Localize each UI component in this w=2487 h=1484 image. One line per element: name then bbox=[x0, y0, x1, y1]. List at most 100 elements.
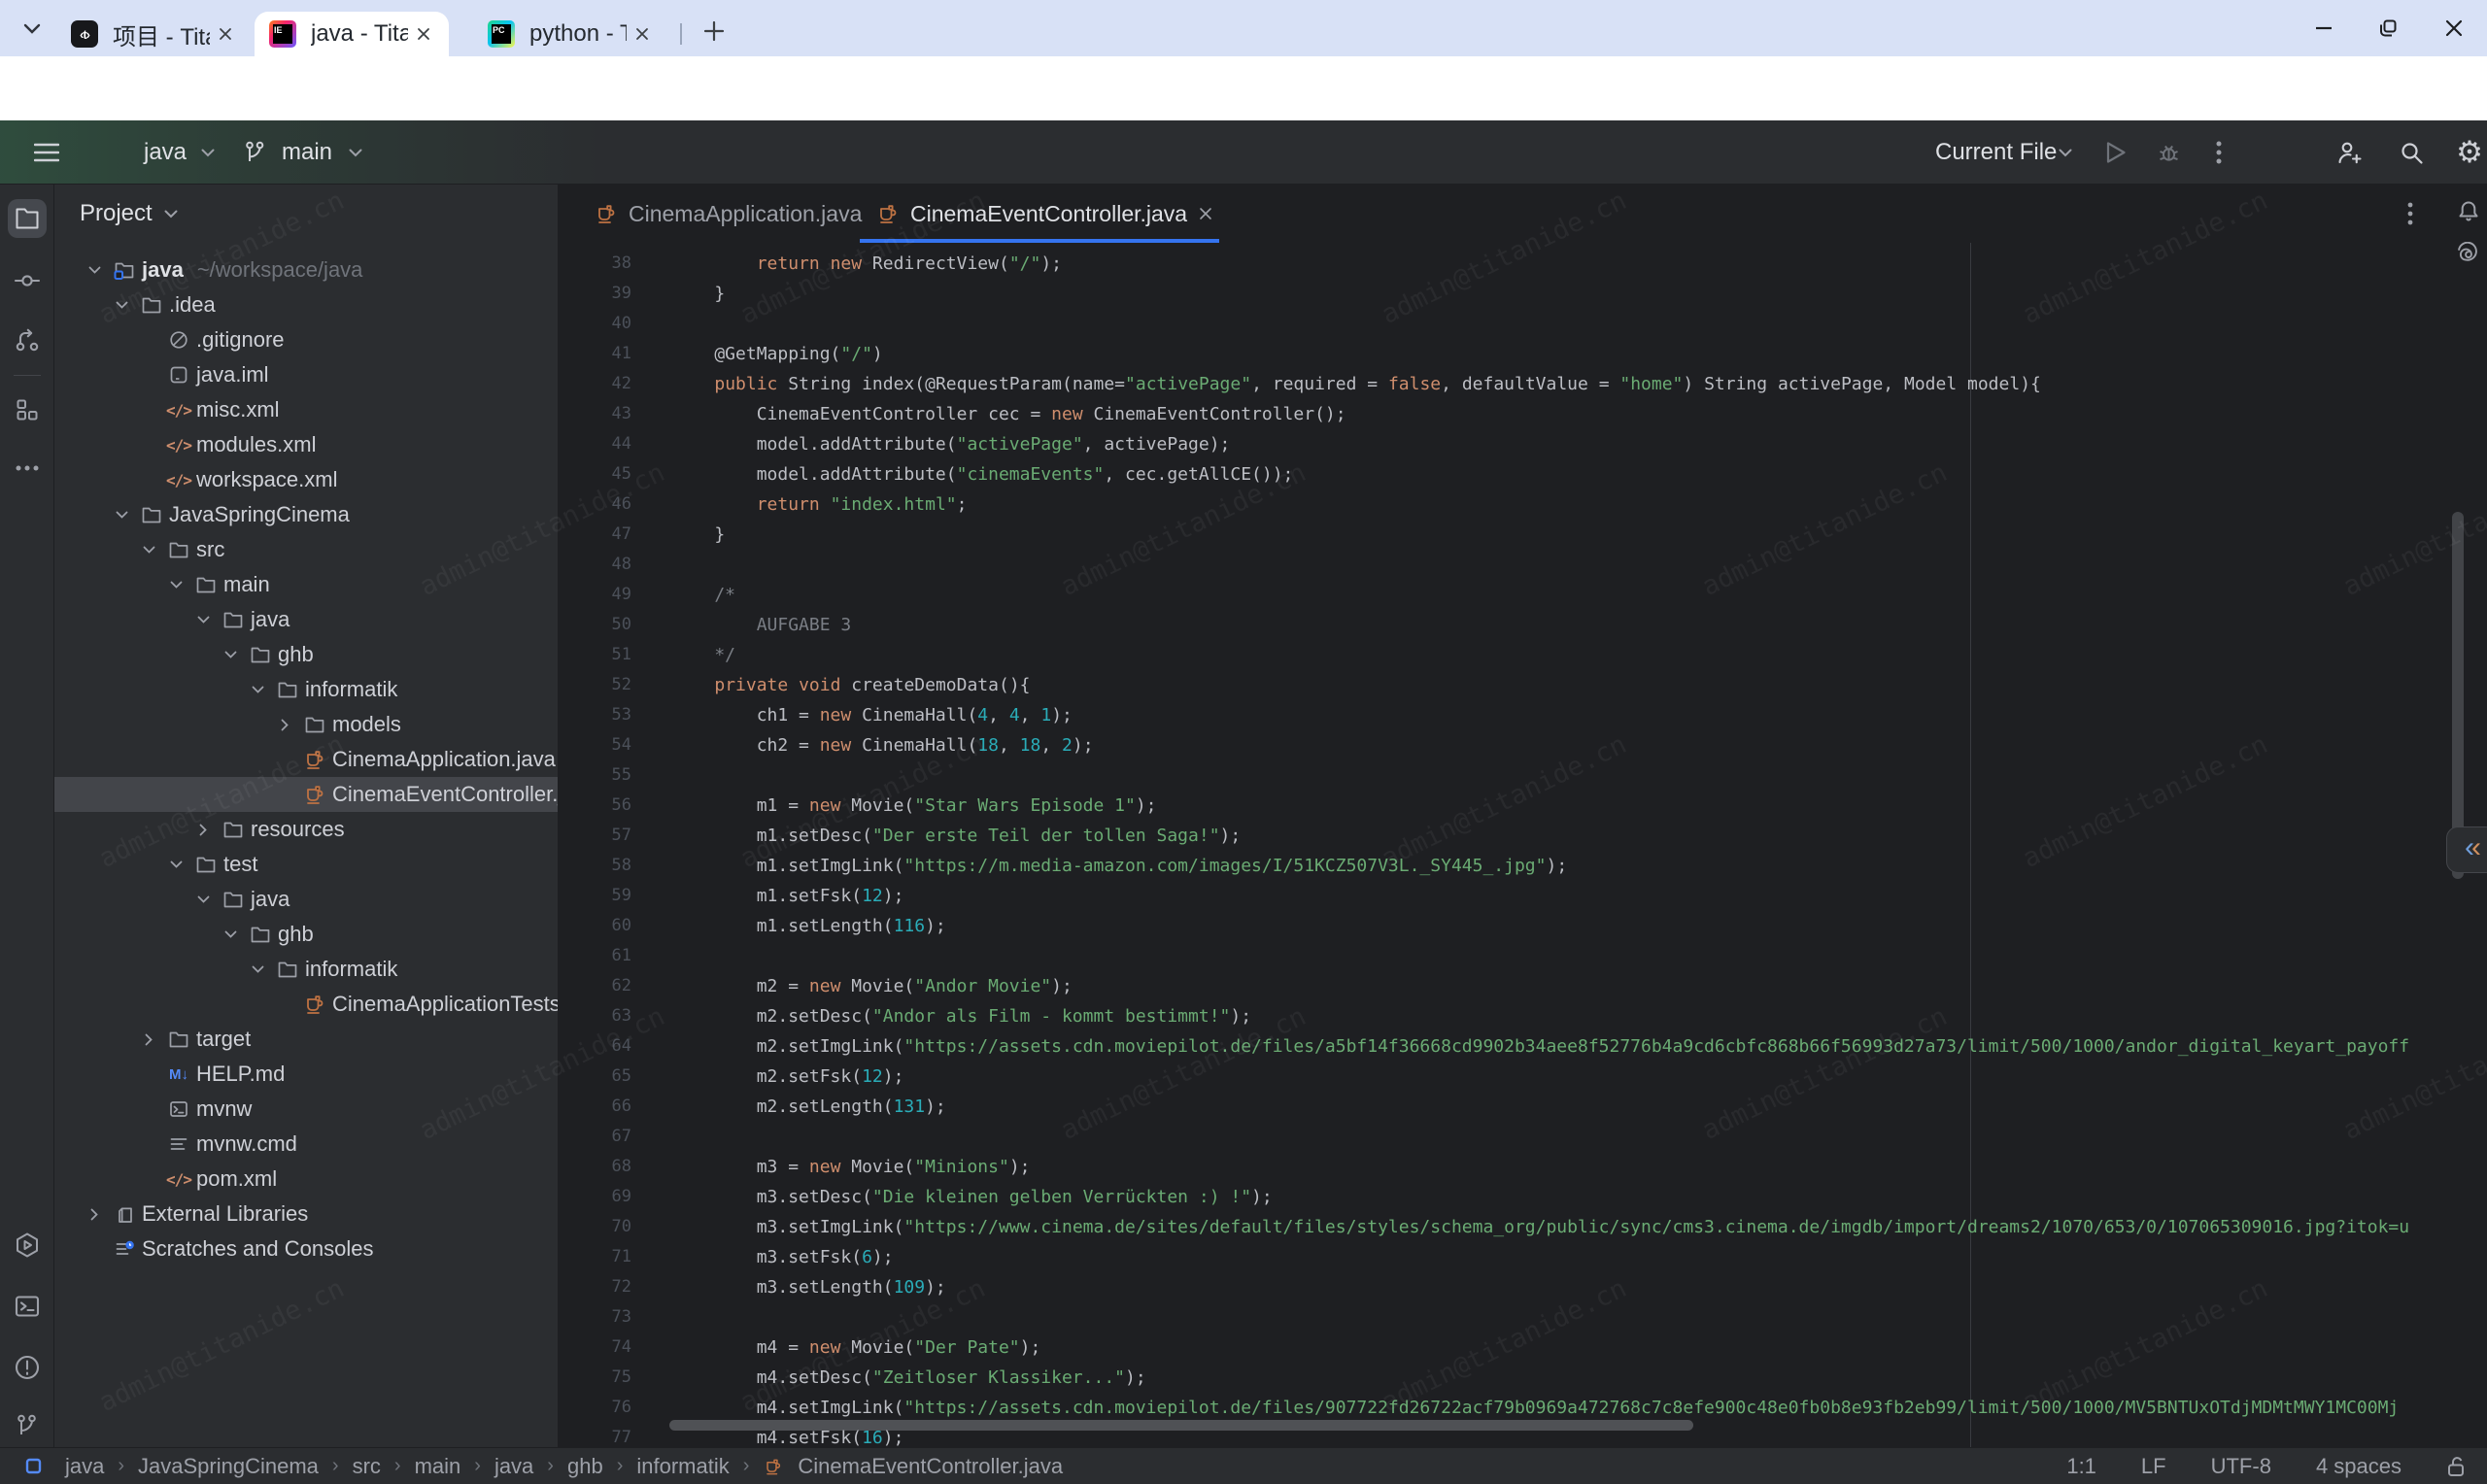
caret-position[interactable]: 1:1 bbox=[2066, 1454, 2096, 1479]
indent-style[interactable]: 4 spaces bbox=[2316, 1454, 2402, 1479]
tree-row-.gitignore[interactable]: .gitignore bbox=[54, 322, 559, 357]
notifications-bell-icon[interactable] bbox=[2451, 194, 2486, 229]
tree-row-scratches-and-consoles[interactable]: Scratches and Consoles bbox=[54, 1231, 559, 1266]
tree-row-help.md[interactable]: M↓HELP.md bbox=[54, 1057, 559, 1092]
breadcrumb-item[interactable]: ghb bbox=[567, 1454, 603, 1479]
browser-tab[interactable]: ‹t›项目 - TitanIDE bbox=[56, 12, 251, 56]
tree-row-misc.xml[interactable]: </>misc.xml bbox=[54, 392, 559, 427]
tree-row-modules.xml[interactable]: </>modules.xml bbox=[54, 427, 559, 462]
tree-row-cinemaeventcontroller.java[interactable]: CinemaEventController.java bbox=[54, 777, 559, 812]
settings-gear-icon[interactable]: ⚙ bbox=[2450, 120, 2487, 185]
terminal-tool-icon[interactable] bbox=[8, 1287, 47, 1326]
tree-chevron-icon[interactable] bbox=[218, 930, 243, 939]
tab-close-icon[interactable] bbox=[627, 18, 658, 50]
header-more-icon[interactable] bbox=[2203, 120, 2234, 185]
tree-row-cinemaapplicationtests.java[interactable]: CinemaApplicationTests.java bbox=[54, 987, 559, 1022]
commit-tool-icon[interactable] bbox=[8, 261, 47, 300]
code-with-me-add-user-icon[interactable] bbox=[2330, 120, 2368, 185]
tree-chevron-icon[interactable] bbox=[136, 546, 161, 555]
tree-row-.idea[interactable]: .idea bbox=[54, 287, 559, 322]
tree-chevron-icon[interactable] bbox=[245, 965, 270, 974]
breadcrumb-item[interactable]: informatik bbox=[636, 1454, 729, 1479]
tree-chevron-icon[interactable] bbox=[190, 616, 216, 624]
breadcrumb-item[interactable]: java bbox=[494, 1454, 533, 1479]
tree-row-java.iml[interactable]: java.iml bbox=[54, 357, 559, 392]
more-tools-icon[interactable] bbox=[8, 449, 47, 488]
breadcrumb-item[interactable]: JavaSpringCinema bbox=[138, 1454, 319, 1479]
editor-tab[interactable]: CinemaApplication.java bbox=[578, 185, 860, 243]
main-menu-hamburger-icon[interactable] bbox=[21, 120, 72, 185]
tab-search-chevron-icon[interactable] bbox=[14, 11, 51, 48]
services-run-tool-icon[interactable] bbox=[8, 1226, 47, 1265]
tree-row-resources[interactable]: resources bbox=[54, 812, 559, 847]
project-tool-icon[interactable] bbox=[8, 199, 47, 238]
horizontal-scrollbar[interactable] bbox=[669, 1420, 1693, 1431]
git-tool-icon[interactable] bbox=[8, 1406, 47, 1445]
search-everywhere-icon[interactable] bbox=[2392, 120, 2431, 185]
tree-row-informatik[interactable]: informatik bbox=[54, 672, 559, 707]
tree-row-external-libraries[interactable]: External Libraries bbox=[54, 1197, 559, 1231]
tree-chevron-icon[interactable] bbox=[109, 301, 134, 310]
browser-tab[interactable]: PCpython - TitanIDE bbox=[473, 12, 667, 56]
tree-row-pom.xml[interactable]: </>pom.xml bbox=[54, 1162, 559, 1197]
project-chevron-down-icon[interactable] bbox=[194, 120, 221, 185]
file-encoding[interactable]: UTF-8 bbox=[2211, 1454, 2271, 1479]
tree-chevron-icon[interactable] bbox=[109, 511, 134, 520]
structure-tool-icon[interactable] bbox=[8, 390, 47, 429]
tree-chevron-icon[interactable] bbox=[190, 895, 216, 904]
tree-chevron-icon[interactable] bbox=[163, 581, 188, 590]
tree-row-java[interactable]: java bbox=[54, 882, 559, 917]
editor-tab-options-icon[interactable] bbox=[2395, 198, 2426, 229]
breadcrumb-item[interactable]: src bbox=[353, 1454, 381, 1479]
tree-row-src[interactable]: src bbox=[54, 532, 559, 567]
editor-tab[interactable]: CinemaEventController.java bbox=[860, 185, 1219, 243]
breadcrumb-item[interactable]: main bbox=[415, 1454, 461, 1479]
tree-chevron-icon[interactable] bbox=[272, 719, 297, 731]
run-configuration-selector[interactable]: Current File bbox=[1935, 120, 2057, 185]
project-selector[interactable]: java bbox=[144, 120, 187, 185]
breadcrumb-item[interactable]: java bbox=[65, 1454, 104, 1479]
tree-row-mvnw[interactable]: mvnw bbox=[54, 1092, 559, 1127]
tree-row-informatik[interactable]: informatik bbox=[54, 952, 559, 987]
window-minimize-button[interactable] bbox=[2297, 10, 2351, 47]
new-tab-button[interactable] bbox=[696, 13, 732, 50]
browser-tab[interactable]: IEjava - TitanIDE bbox=[255, 12, 449, 56]
problems-tool-icon[interactable] bbox=[8, 1348, 47, 1387]
run-icon[interactable] bbox=[2098, 120, 2133, 185]
debug-icon[interactable] bbox=[2151, 120, 2186, 185]
editor-tab-close-icon[interactable] bbox=[1199, 200, 1212, 227]
tree-row-ghb[interactable]: ghb bbox=[54, 917, 559, 952]
tree-chevron-icon[interactable] bbox=[218, 651, 243, 659]
tree-chevron-icon[interactable] bbox=[163, 860, 188, 869]
tree-row-java[interactable]: java bbox=[54, 602, 559, 637]
git-branch-icon[interactable] bbox=[239, 120, 272, 185]
window-restore-button[interactable] bbox=[2361, 10, 2415, 47]
ai-assistant-icon[interactable] bbox=[2451, 237, 2486, 272]
tree-row-java[interactable]: java~/workspace/java bbox=[54, 253, 559, 287]
project-panel-chevron-icon[interactable] bbox=[164, 210, 178, 219]
tree-row-models[interactable]: models bbox=[54, 707, 559, 742]
tab-close-icon[interactable] bbox=[408, 18, 439, 50]
tab-close-icon[interactable] bbox=[210, 18, 241, 50]
line-separator[interactable]: LF bbox=[2141, 1454, 2166, 1479]
collapse-panel-button[interactable]: ‹‹ bbox=[2446, 826, 2487, 873]
tree-row-mvnw.cmd[interactable]: mvnw.cmd bbox=[54, 1127, 559, 1162]
tree-row-javaspringcinema[interactable]: JavaSpringCinema bbox=[54, 497, 559, 532]
readonly-lock-icon[interactable] bbox=[2446, 1455, 2468, 1478]
tree-row-main[interactable]: main bbox=[54, 567, 559, 602]
tree-row-cinemaapplication.java[interactable]: CinemaApplication.java bbox=[54, 742, 559, 777]
code-area[interactable]: 38 return new RedirectView("/");39 }4041… bbox=[559, 249, 2487, 1447]
tree-chevron-icon[interactable] bbox=[82, 1208, 107, 1221]
tree-chevron-icon[interactable] bbox=[245, 686, 270, 694]
tree-chevron-icon[interactable] bbox=[136, 1033, 161, 1046]
branch-selector[interactable]: main bbox=[282, 120, 332, 185]
window-close-button[interactable] bbox=[2427, 10, 2481, 47]
vertical-scrollbar[interactable] bbox=[2452, 512, 2464, 879]
branch-chevron-down-icon[interactable] bbox=[342, 120, 369, 185]
run-config-chevron-down-icon[interactable] bbox=[2052, 120, 2079, 185]
version-control-tool-icon[interactable] bbox=[8, 320, 47, 359]
tree-chevron-icon[interactable] bbox=[190, 824, 216, 836]
tree-row-workspace.xml[interactable]: </>workspace.xml bbox=[54, 462, 559, 497]
tree-row-target[interactable]: target bbox=[54, 1022, 559, 1057]
tree-chevron-icon[interactable] bbox=[82, 266, 107, 275]
